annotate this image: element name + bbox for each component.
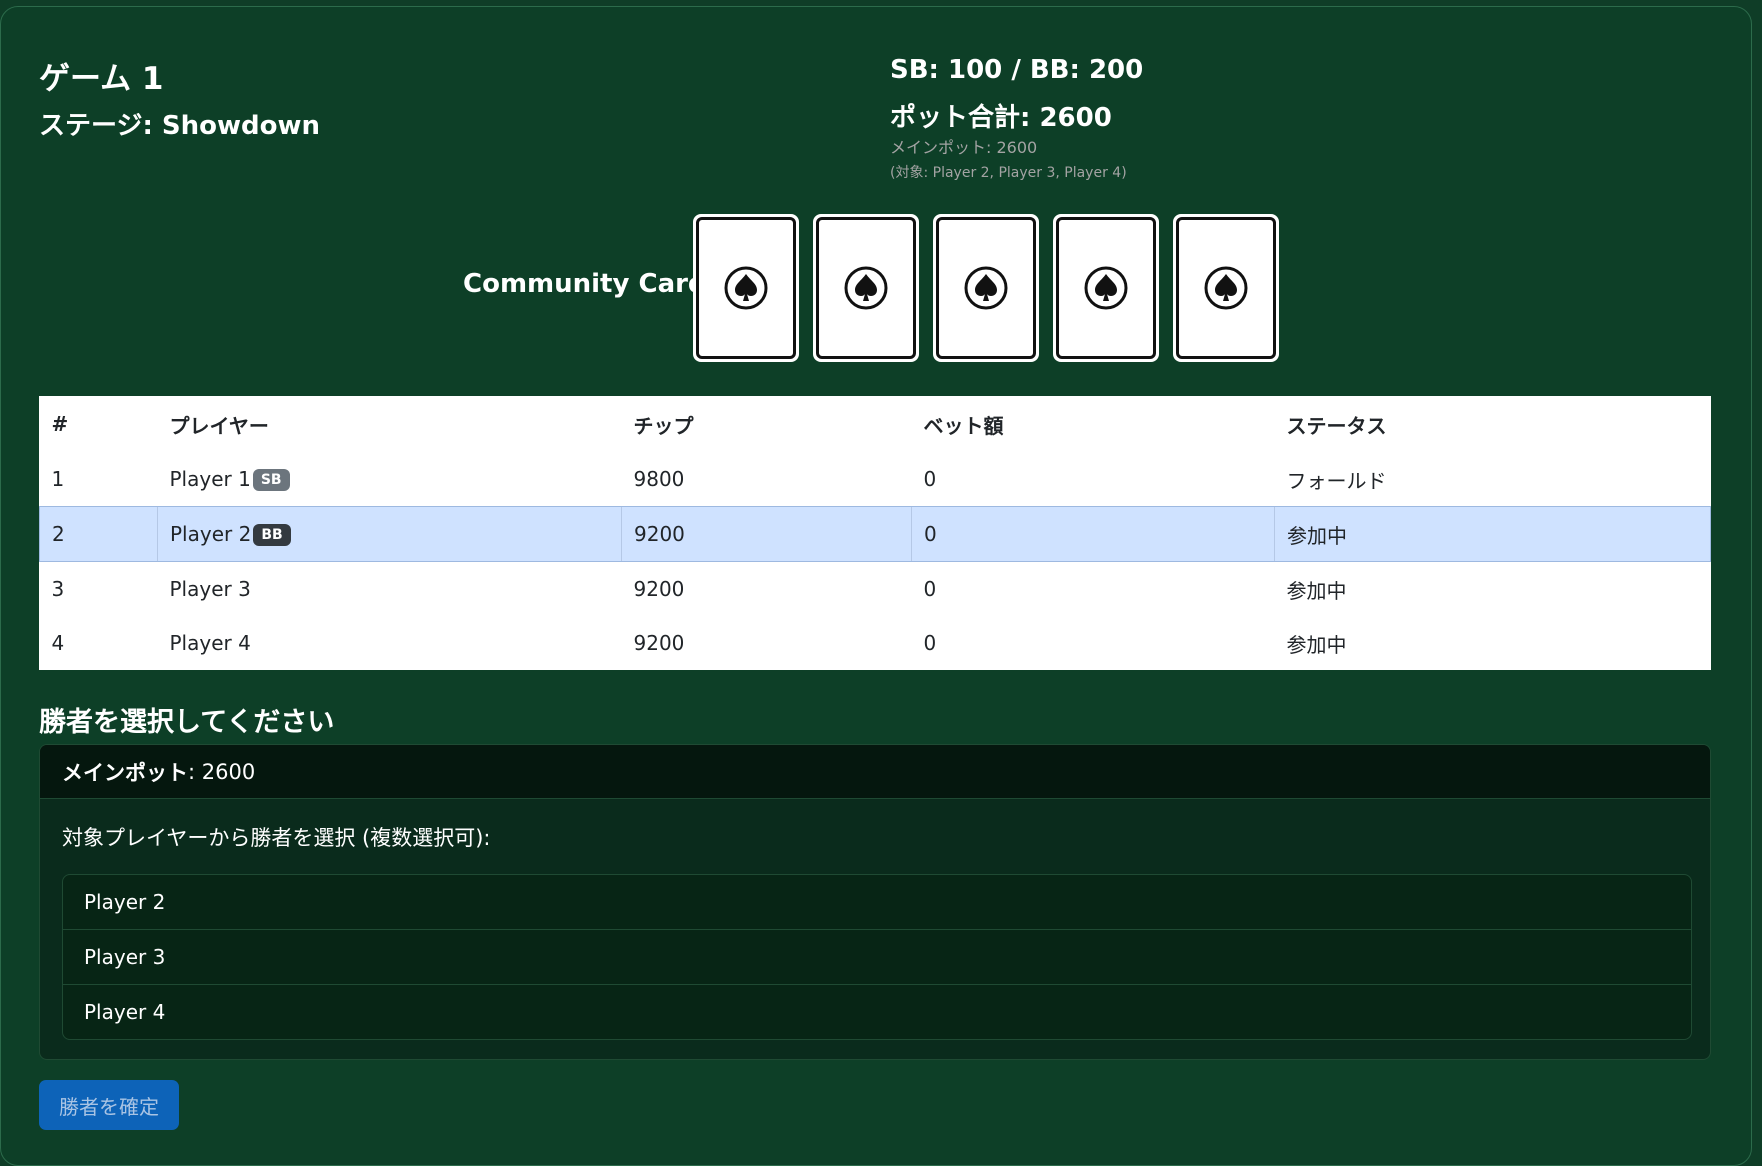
small-blind-badge: SB [252,469,290,492]
player-name: Player 2 [170,521,252,546]
community-card-1 [693,214,799,362]
column-header-number: # [51,412,69,436]
row-chips: 9800 [633,467,685,491]
community-card-3 [933,214,1039,362]
row-player: Player 2 BB [157,506,622,562]
main-pot-value: : 2600 [188,759,256,784]
pot-targets: (対象: Player 2, Player 3, Player 4) [890,165,1127,181]
row-bet: 0 [923,577,937,601]
spade-icon [1084,266,1128,310]
row-bet: 0 [923,631,937,655]
spade-icon [724,266,768,310]
winner-option-player-2[interactable]: Player 2 [63,875,1691,929]
row-number: 2 [39,506,158,562]
community-card-2 [813,214,919,362]
row-player: Player 4 [169,631,251,655]
row-number: 4 [51,631,65,655]
game-title: ゲーム 1 [39,61,164,97]
community-cards [693,214,1279,362]
main-pot-info: メインポット: 2600 [890,138,1038,157]
pot-total: ポット合計: 2600 [890,103,1112,133]
game-panel: ゲーム 1 ステージ: Showdown SB: 100 / BB: 200 ポ… [0,6,1752,1166]
community-cards-label: Community Cards: [463,269,733,299]
main-pot-label: メインポット [62,760,188,785]
spade-icon [964,266,1008,310]
row-status: 参加中 [1286,632,1347,657]
table-row-active: 2 Player 2 BB 9200 0 参加中 [39,506,1711,562]
table-row: 3 Player 3 9200 0 参加中 [40,562,1711,617]
row-chips: 9200 [633,631,685,655]
row-bet: 0 [911,506,1275,562]
players-table: # プレイヤー チップ ベット額 ステータス 1 Player 1 SB 9800… [39,396,1711,670]
big-blind-badge: BB [253,524,291,547]
row-bet: 0 [923,467,937,491]
column-header-player: プレイヤー [169,413,269,438]
winner-option-player-4[interactable]: Player 4 [63,984,1691,1039]
row-status: 参加中 [1274,506,1711,562]
table-row: 4 Player 4 9200 0 参加中 [40,616,1711,670]
row-status: 参加中 [1286,578,1347,603]
row-number: 3 [51,577,65,601]
player-name: Player 1 [169,466,251,491]
winner-instruction: 対象プレイヤーから勝者を選択 (複数選択可): [62,826,491,850]
column-header-bet: ベット額 [923,413,1004,438]
row-status: フォールド [1286,468,1387,493]
winner-options-list: Player 2 Player 3 Player 4 [62,874,1692,1040]
row-number: 1 [51,467,65,491]
row-chips: 9200 [633,577,685,601]
spade-icon [844,266,888,310]
blinds-info: SB: 100 / BB: 200 [890,55,1144,85]
row-player: Player 3 [169,577,251,601]
community-card-5 [1173,214,1279,362]
confirm-winner-button[interactable]: 勝者を確定 [39,1080,179,1130]
table-header-row: # プレイヤー チップ ベット額 ステータス [40,396,1711,452]
table-row: 1 Player 1 SB 9800 0 フォールド [40,452,1711,507]
winner-selection-card: メインポット: 2600 対象プレイヤーから勝者を選択 (複数選択可): Pla… [39,744,1711,1060]
column-header-status: ステータス [1286,413,1387,438]
winner-card-header: メインポット: 2600 [40,745,1710,799]
winner-heading: 勝者を選択してください [39,707,335,738]
column-header-chips: チップ [633,413,694,438]
spade-icon [1204,266,1248,310]
winner-option-player-3[interactable]: Player 3 [63,929,1691,984]
row-chips: 9200 [621,506,912,562]
stage-label: ステージ: Showdown [39,111,321,141]
row-player: Player 1 SB [158,452,622,507]
community-card-4 [1053,214,1159,362]
